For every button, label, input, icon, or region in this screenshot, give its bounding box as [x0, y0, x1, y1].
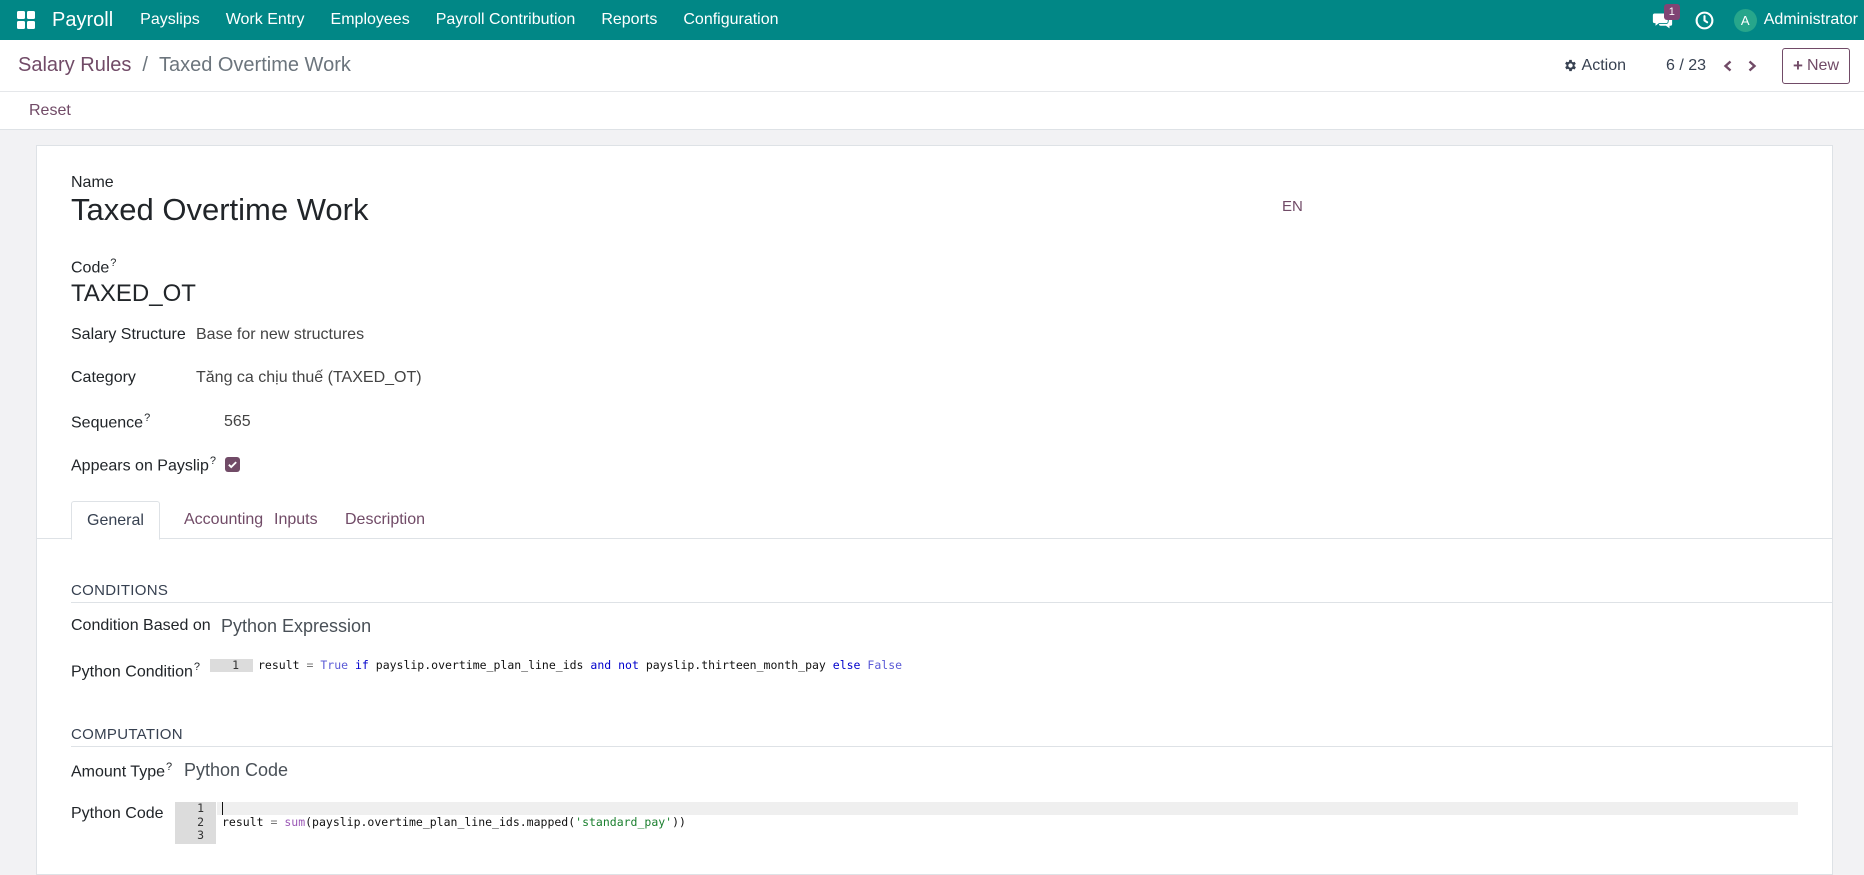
language-button[interactable]: EN [1282, 198, 1303, 215]
line-numbers: 1 2 3 [175, 801, 216, 844]
code-line: result = True if payslip.overtime_plan_l… [258, 658, 903, 672]
line-number: 1 [197, 801, 204, 815]
action-button[interactable]: Action [1563, 57, 1626, 75]
chevron-left-icon [1723, 60, 1732, 71]
active-line-highlight [217, 802, 1798, 815]
top-navbar: Payroll Payslips Work Entry Employees Pa… [0, 0, 1864, 40]
pager-next-button[interactable] [1740, 54, 1764, 78]
navbar-systray: 1 A Administrator [1642, 0, 1864, 40]
reset-button[interactable]: Reset [29, 102, 71, 120]
condition-based-on-field[interactable]: Python Expression [221, 616, 371, 637]
appears-on-payslip-checkbox[interactable] [225, 457, 240, 472]
chevron-right-icon [1748, 60, 1757, 71]
menu-employees[interactable]: Employees [318, 0, 423, 40]
checkmark-icon [228, 461, 237, 469]
new-label: New [1806, 56, 1839, 74]
code-label: Code? [71, 257, 117, 277]
help-tooltip-icon[interactable]: ? [194, 661, 200, 673]
menu-payslips[interactable]: Payslips [127, 0, 213, 40]
pager-previous-button[interactable] [1716, 54, 1740, 78]
breadcrumb-salary-rules[interactable]: Salary Rules [18, 54, 131, 77]
action-label: Action [1581, 56, 1627, 74]
python-code-label: Python Code [71, 805, 164, 822]
menu-configuration[interactable]: Configuration [670, 0, 791, 40]
message-count-badge: 1 [1663, 4, 1680, 20]
line-number: 1 [210, 659, 253, 672]
amount-type-field[interactable]: Python Code [184, 760, 288, 781]
tab-description[interactable]: Description [330, 501, 440, 539]
python-condition-label: Python Condition? [71, 661, 200, 681]
messages-icon[interactable]: 1 [1642, 0, 1684, 40]
control-actions: Action 6 / 23 + New [1563, 47, 1850, 84]
new-button[interactable]: + New [1782, 47, 1850, 84]
name-field[interactable]: Taxed Overtime Work [71, 192, 368, 228]
help-tooltip-icon[interactable]: ? [110, 257, 116, 269]
category-field[interactable]: Tăng ca chịu thuế (TAXED_OT) [196, 369, 422, 387]
app-grid-icon[interactable] [0, 0, 52, 40]
gear-icon [1564, 59, 1576, 72]
name-label: Name [71, 174, 114, 191]
breadcrumb-separator: / [142, 54, 148, 76]
code-line: result = sum(payslip.overtime_plan_line_… [222, 815, 686, 829]
python-code-editor[interactable]: 1 2 3 result = sum(payslip.overtime_plan… [175, 801, 1798, 846]
menu-payroll-contribution[interactable]: Payroll Contribution [423, 0, 589, 40]
appears-on-payslip-label: Appears on Payslip? [71, 455, 216, 475]
user-menu[interactable]: A Administrator [1726, 0, 1858, 40]
line-number: 2 [197, 814, 204, 829]
tab-general[interactable]: General [71, 501, 160, 540]
control-panel: Salary Rules / Taxed Overtime Work Actio… [0, 40, 1864, 92]
salary-structure-field[interactable]: Base for new structures [196, 326, 364, 344]
help-tooltip-icon[interactable]: ? [144, 412, 150, 424]
text-cursor [222, 802, 223, 815]
menu-work-entry[interactable]: Work Entry [213, 0, 318, 40]
plus-icon: + [1793, 55, 1803, 75]
sequence-label: Sequence? [71, 412, 151, 432]
status-bar: Reset [0, 92, 1864, 130]
line-number: 3 [197, 828, 204, 842]
form-sheet: Name Taxed Overtime Work EN Code? TAXED_… [36, 145, 1833, 875]
app-brand[interactable]: Payroll [52, 9, 113, 32]
notebook-tabs: General Accounting Inputs Description [37, 501, 1832, 540]
code-field[interactable]: TAXED_OT [71, 280, 196, 308]
user-name: Administrator [1763, 11, 1858, 28]
tab-inputs[interactable]: Inputs [259, 501, 333, 539]
amount-type-label: Amount Type? [71, 761, 173, 781]
pager-value[interactable]: 6 / 23 [1666, 57, 1706, 75]
salary-structure-label: Salary Structure [71, 326, 186, 343]
conditions-section-title: CONDITIONS [71, 582, 1833, 603]
condition-based-on-label: Condition Based on [71, 617, 211, 634]
computation-section-title: COMPUTATION [71, 726, 1833, 747]
breadcrumb-current: Taxed Overtime Work [158, 54, 351, 76]
breadcrumb: Salary Rules / Taxed Overtime Work [18, 54, 351, 77]
help-tooltip-icon[interactable]: ? [166, 761, 172, 773]
activity-clock-icon[interactable] [1684, 0, 1726, 40]
python-condition-editor[interactable]: 1 result = True if payslip.overtime_plan… [210, 657, 1810, 677]
help-tooltip-icon[interactable]: ? [210, 455, 216, 467]
category-label: Category [71, 369, 136, 386]
menu-reports[interactable]: Reports [588, 0, 670, 40]
sequence-field[interactable]: 565 [224, 413, 251, 431]
avatar: A [1733, 8, 1757, 32]
